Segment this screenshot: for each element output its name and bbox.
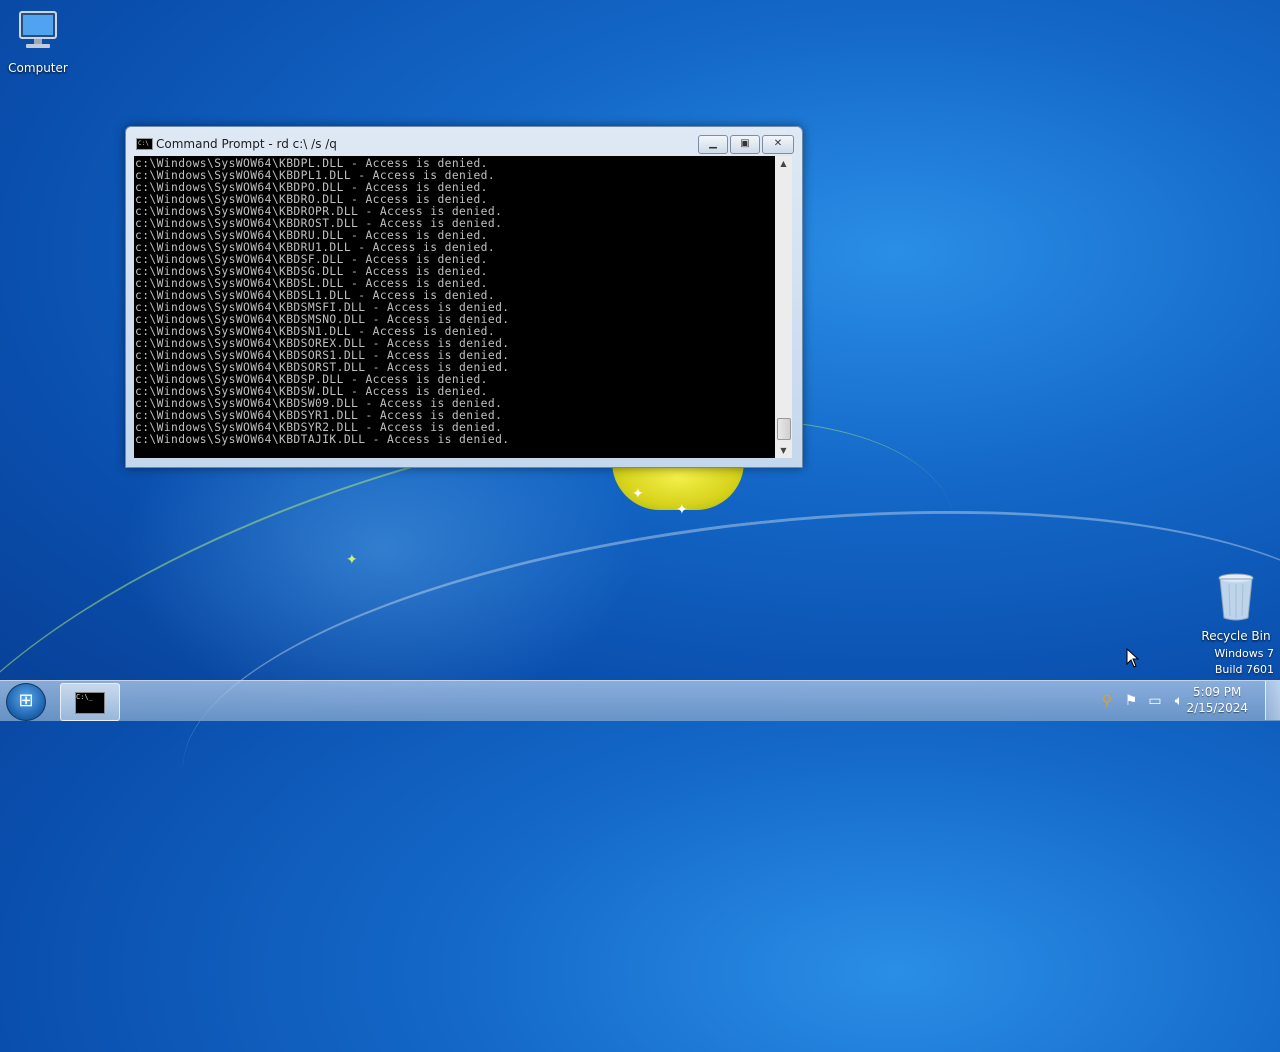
window-titlebar[interactable]: C:\ Command Prompt - rd c:\ /s /q ▁ ▣ ✕ bbox=[126, 127, 802, 157]
scroll-up-arrow-icon[interactable]: ▲ bbox=[775, 156, 792, 171]
watermark-os: Windows 7 bbox=[1214, 647, 1274, 660]
sparkle-icon: ✦ bbox=[346, 552, 358, 568]
maximize-button[interactable]: ▣ bbox=[730, 135, 760, 154]
taskbar-button-command-prompt[interactable]: C:\_ bbox=[60, 683, 120, 721]
command-prompt-icon: C:\_ bbox=[75, 692, 105, 714]
show-desktop-button[interactable] bbox=[1265, 681, 1280, 720]
window-title: Command Prompt - rd c:\ /s /q bbox=[156, 137, 337, 151]
sparkle-icon: ✦ bbox=[676, 502, 688, 518]
desktop-icon-label: Computer bbox=[8, 61, 68, 75]
minimize-button[interactable]: ▁ bbox=[698, 135, 728, 154]
system-clock[interactable]: 5:09 PM 2/15/2024 bbox=[1186, 684, 1248, 716]
vertical-scrollbar[interactable]: ▲ ▼ bbox=[775, 156, 792, 458]
console-line: c:\Windows\SysWOW64\KBDTAJIK.DLL - Acces… bbox=[135, 433, 510, 446]
watermark-build: Build 7601 bbox=[1214, 663, 1274, 676]
window-controls: ▁ ▣ ✕ bbox=[698, 135, 794, 154]
network-icon[interactable]: ▭ bbox=[1146, 692, 1164, 710]
clock-date: 2/15/2024 bbox=[1186, 701, 1248, 715]
desktop-icon-computer[interactable]: Computer bbox=[0, 8, 76, 75]
taskbar: ⊞ C:\_ bbox=[0, 680, 1280, 721]
maximize-icon: ▣ bbox=[740, 138, 750, 149]
close-icon: ✕ bbox=[773, 138, 783, 149]
search-icon[interactable]: ⚲ bbox=[1098, 692, 1116, 710]
command-prompt-icon[interactable]: C:\ bbox=[136, 138, 153, 150]
console-output[interactable]: c:\Windows\SysWOW64\KBDPL.DLL - Access i… bbox=[134, 156, 775, 458]
scroll-down-arrow-icon[interactable]: ▼ bbox=[775, 443, 792, 458]
action-center-flag-icon[interactable]: ⚑ bbox=[1122, 692, 1140, 710]
computer-icon bbox=[19, 11, 57, 48]
desktop-icon-recycle-bin[interactable]: Recycle Bin bbox=[1198, 572, 1274, 643]
close-button[interactable]: ✕ bbox=[762, 135, 794, 154]
windows-start-icon: ⊞ bbox=[18, 690, 34, 711]
minimize-icon: ▁ bbox=[709, 138, 717, 149]
scroll-thumb[interactable] bbox=[777, 418, 791, 440]
desktop-icon-label: Recycle Bin bbox=[1201, 629, 1271, 643]
mouse-cursor-icon bbox=[1126, 648, 1140, 668]
console-lines: c:\Windows\SysWOW64\KBDPL.DLL - Access i… bbox=[134, 156, 775, 446]
windows-build-watermark: Windows 7 Build 7601 bbox=[1214, 646, 1274, 678]
sparkle-icon: ✦ bbox=[632, 486, 644, 502]
clock-time: 5:09 PM bbox=[1193, 685, 1242, 699]
command-prompt-window[interactable]: C:\ Command Prompt - rd c:\ /s /q ▁ ▣ ✕ … bbox=[125, 126, 803, 468]
recycle-bin-icon bbox=[1218, 573, 1254, 621]
start-button[interactable]: ⊞ bbox=[6, 683, 46, 721]
